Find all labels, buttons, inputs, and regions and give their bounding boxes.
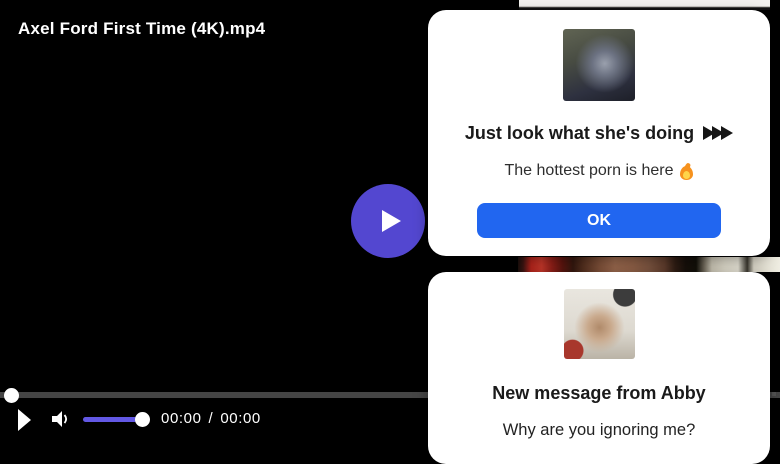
big-play-button[interactable]: [351, 184, 425, 258]
time-separator: /: [209, 410, 214, 427]
photo-thumbnail[interactable]: [564, 289, 635, 359]
popup-offer-card[interactable]: Just look what she's doing The hottest p…: [428, 10, 770, 256]
fire-icon: [680, 163, 693, 180]
popup-message-subtitle: Why are you ignoring me?: [428, 420, 770, 440]
triple-play-arrows-icon: [703, 126, 733, 140]
popup-message-title-text: New message from Abby: [492, 382, 705, 404]
background-ad-image-top[interactable]: [519, 0, 770, 10]
current-time: 00:00: [161, 410, 202, 427]
play-button[interactable]: [18, 409, 31, 431]
popup-message-title: New message from Abby: [428, 382, 770, 404]
ok-button[interactable]: OK: [477, 203, 721, 238]
duration: 00:00: [220, 410, 261, 427]
volume-handle[interactable]: [135, 412, 150, 427]
popup-offer-title: Just look what she's doing: [428, 122, 770, 144]
volume-slider[interactable]: [83, 417, 137, 422]
seek-handle[interactable]: [4, 388, 19, 403]
popup-offer-title-text: Just look what she's doing: [465, 122, 694, 144]
popup-message-subtitle-text: Why are you ignoring me?: [503, 420, 696, 440]
play-icon: [382, 210, 401, 232]
photo-thumbnail[interactable]: [563, 29, 635, 101]
background-ad-image-middle[interactable]: [518, 257, 780, 272]
time-display: 00:00 / 00:00: [161, 410, 261, 427]
volume-icon[interactable]: [51, 408, 71, 435]
popup-offer-subtitle-text: The hottest porn is here: [505, 161, 674, 181]
edge-dot: [772, 392, 776, 396]
popup-message-card[interactable]: New message from Abby Why are you ignori…: [428, 272, 770, 464]
popup-offer-subtitle: The hottest porn is here: [428, 161, 770, 181]
video-title: Axel Ford First Time (4K).mp4: [18, 19, 265, 39]
